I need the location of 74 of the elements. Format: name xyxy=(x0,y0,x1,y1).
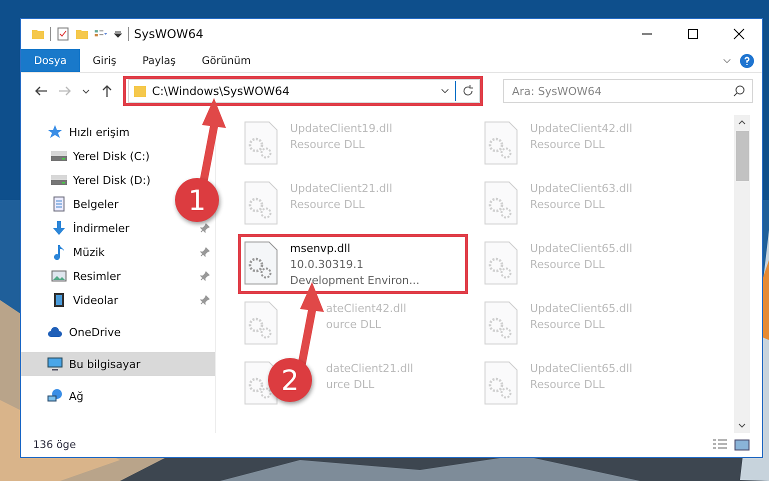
window-title: SysWOW64 xyxy=(134,27,204,41)
dll-file-icon xyxy=(484,361,518,405)
folder-icon xyxy=(133,84,147,98)
sidebar-item[interactable]: Resimler xyxy=(21,264,171,288)
drive-icon xyxy=(51,172,67,188)
cloud-icon xyxy=(47,324,63,340)
sidebar-item[interactable]: Bu bilgisayar xyxy=(21,352,215,376)
file-name: UpdateClient65.dll xyxy=(530,301,632,317)
file-detail: urce DLL xyxy=(326,377,376,393)
network-icon xyxy=(47,388,63,404)
ribbon-tab[interactable]: Görünüm xyxy=(188,49,264,72)
sidebar-item[interactable]: Müzik xyxy=(21,240,171,264)
landscape-icon xyxy=(51,268,67,284)
file-name: UpdateClient65.dll xyxy=(530,241,632,257)
dll-file-icon xyxy=(484,301,518,345)
film-icon xyxy=(51,292,67,308)
file-detail: Resource DLL xyxy=(290,197,366,213)
pin-icon[interactable] xyxy=(200,295,210,305)
dll-file-icon xyxy=(484,181,518,225)
dll-file-icon xyxy=(244,121,278,165)
chevron-down-icon[interactable] xyxy=(440,86,450,96)
sidebar-item[interactable]: Belgeler xyxy=(21,192,171,216)
sidebar-item[interactable]: Ağ xyxy=(21,384,171,408)
file-name: UpdateClient63.dll xyxy=(530,181,632,197)
refresh-icon[interactable] xyxy=(461,84,475,98)
file-detail: Resource DLL xyxy=(530,377,606,393)
file-name: UpdateClient19.dll xyxy=(290,121,392,137)
file-name: ateClient42.dll xyxy=(326,301,406,317)
customize-caret-icon[interactable] xyxy=(113,29,123,39)
search-icon[interactable] xyxy=(732,84,746,98)
address-path: C:\Windows\SysWOW64 xyxy=(152,84,291,98)
sidebar-item[interactable]: İndirmeler xyxy=(21,216,171,240)
ribbon-tab[interactable]: Dosya xyxy=(21,49,80,72)
ribbon-tab[interactable]: Paylaş xyxy=(129,49,189,72)
file-name: msenvp.dll xyxy=(290,241,352,257)
sidebar-item[interactable]: Videolar xyxy=(21,288,171,312)
pin-icon[interactable] xyxy=(200,247,210,257)
pin-icon[interactable] xyxy=(200,223,210,233)
scroll-thumb[interactable] xyxy=(736,131,748,181)
file-detail: Resource DLL xyxy=(530,317,606,333)
address-bar[interactable]: C:\Windows\SysWOW64 xyxy=(128,79,480,103)
sidebar-item[interactable]: Hızlı erişim xyxy=(21,120,171,144)
search-field[interactable]: Ara: SysWOW64 xyxy=(503,79,753,103)
sidebar-item[interactable]: Yerel Disk (C:) xyxy=(21,144,171,168)
document-icon xyxy=(51,196,67,212)
dll-file-icon xyxy=(244,241,278,285)
tiles-view-icon[interactable] xyxy=(734,438,750,452)
download-arrow-icon xyxy=(51,220,67,236)
dll-file-icon xyxy=(484,121,518,165)
file-detail: Resource DLL xyxy=(530,197,606,213)
checklist-icon[interactable] xyxy=(56,27,70,41)
dll-file-icon xyxy=(484,241,518,285)
monitor-icon xyxy=(47,356,63,372)
pin-icon[interactable] xyxy=(200,271,210,281)
dll-file-icon xyxy=(244,181,278,225)
file-name: UpdateClient42.dll xyxy=(530,121,632,137)
help-icon[interactable] xyxy=(740,54,754,68)
file-detail: ource DLL xyxy=(326,317,382,333)
drive-icon xyxy=(51,148,67,164)
dll-file-icon xyxy=(244,301,278,345)
ribbon-tab[interactable]: Giriş xyxy=(80,49,130,72)
sidebar-item[interactable]: OneDrive xyxy=(21,320,171,344)
scrollbar[interactable] xyxy=(734,115,750,433)
file-detail: Development Environ... xyxy=(290,273,420,289)
star-icon xyxy=(47,124,63,140)
file-detail: Resource DLL xyxy=(290,137,366,153)
file-detail: Resource DLL xyxy=(530,137,606,153)
item-count: 136 öge xyxy=(33,439,76,451)
file-name: dateClient21.dll xyxy=(326,361,414,377)
file-detail: 10.0.30319.1 xyxy=(290,257,364,273)
file-name: UpdateClient65.dll xyxy=(530,361,632,377)
file-detail: Resource DLL xyxy=(530,257,606,273)
sidebar-item[interactable]: Yerel Disk (D:) xyxy=(21,168,171,192)
file-name: UpdateClient21.dll xyxy=(290,181,392,197)
